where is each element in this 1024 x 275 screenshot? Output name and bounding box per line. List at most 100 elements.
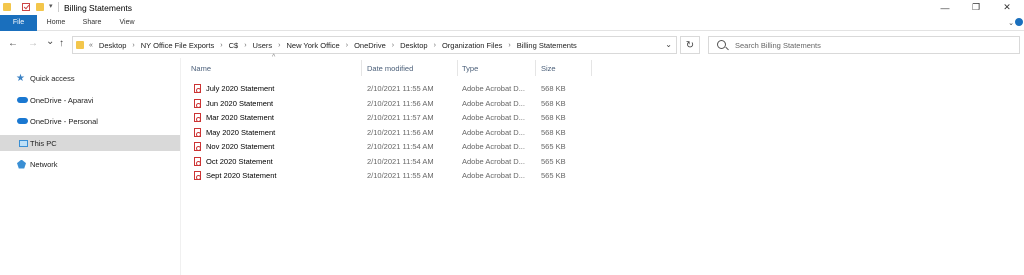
sidebar-item-onedrive-aparavi[interactable]: OneDrive - Aparavi [0,92,180,108]
window-title: Billing Statements [64,3,133,13]
sidebar-item-onedrive-personal[interactable]: OneDrive - Personal [0,113,180,129]
breadcrumb-item[interactable]: Users [253,41,273,50]
cloud-icon [17,118,28,124]
column-header-type[interactable]: Type [462,58,534,76]
ribbon-tabs: File Home Share View ⌄ [0,15,1024,31]
pdf-file-icon [194,98,201,108]
file-row[interactable]: Jun 2020 Statement 2/10/2021 11:56 AM Adob… [189,97,591,111]
minimize-button[interactable]: — [930,0,960,15]
file-size: 568 KB [541,113,566,122]
file-type: Adobe Acrobat D... [462,127,525,137]
file-type: Adobe Acrobat D... [462,113,525,122]
breadcrumb-item[interactable]: Billing Statements [517,41,577,50]
file-date-modified: 2/10/2021 11:55 AM [367,171,434,180]
file-type: Adobe Acrobat D... [462,84,525,93]
file-size: 565 KB [541,156,566,166]
breadcrumb-item[interactable]: NY Office File Exports [141,41,215,50]
file-size: 565 KB [541,142,566,151]
pdf-file-icon [194,156,201,166]
column-header-name[interactable]: Name [191,58,361,76]
column-divider[interactable] [535,60,536,76]
column-divider[interactable] [457,60,458,76]
properties-check-icon[interactable] [22,3,30,11]
breadcrumb-item[interactable]: Organization Files [442,41,502,50]
tab-share[interactable]: Share [76,15,108,31]
file-type: Adobe Acrobat D... [462,98,525,108]
file-date-modified: 2/10/2021 11:56 AM [367,127,434,137]
file-type: Adobe Acrobat D... [462,142,525,151]
breadcrumb-separator-icon[interactable]: › [278,42,280,49]
pdf-file-icon [194,113,201,122]
sidebar-item-this-pc[interactable]: This PC [0,135,180,151]
tab-file[interactable]: File [0,15,37,31]
breadcrumb-separator-icon[interactable]: › [220,42,222,49]
sidebar-item-network[interactable]: Network [0,156,180,172]
breadcrumb-separator-icon[interactable]: › [244,42,246,49]
file-name: Jun 2020 Statement [206,98,274,108]
tab-view[interactable]: View [112,15,142,31]
file-size: 565 KB [541,171,566,180]
breadcrumb-item[interactable]: C$ [229,41,239,50]
forward-arrow-icon[interactable]: → [28,38,38,49]
navigation-pane: ★ Quick access OneDrive - Aparavi OneDri… [0,58,180,275]
recent-locations-chevron-icon[interactable]: ⌄ [46,36,54,47]
address-bar[interactable]: « Desktop › NY Office File Exports › C$ › User… [72,36,677,54]
folder-icon[interactable] [3,3,11,11]
breadcrumb-separator-icon[interactable]: › [346,42,348,49]
file-list: ^ Name Date modified Type Size July 2020… [181,54,1024,275]
file-name: Sept 2020 Statement [206,171,277,180]
breadcrumb-separator-icon[interactable]: › [434,42,436,49]
tab-home[interactable]: Home [40,15,72,31]
pdf-file-icon [194,171,201,180]
breadcrumb-item[interactable]: Desktop [99,41,127,50]
sidebar-item-label: Quick access [30,73,75,83]
cloud-icon [17,97,28,103]
close-button[interactable]: ✕ [992,0,1022,15]
search-input[interactable]: Search Billing Statements [735,41,821,50]
pdf-file-icon [194,127,201,137]
back-arrow-icon[interactable]: ← [8,38,18,49]
folder-icon [76,41,84,49]
pdf-file-icon [194,84,201,93]
file-type: Adobe Acrobat D... [462,156,525,166]
file-row[interactable]: July 2020 Statement 2/10/2021 11:55 AM Ado… [189,82,591,96]
breadcrumb-item[interactable]: OneDrive [354,41,386,50]
sidebar-item-label: OneDrive - Personal [30,116,98,126]
file-row[interactable]: Nov 2020 Statement 2/10/2021 11:54 AM Adob… [189,140,591,154]
up-arrow-icon[interactable]: ↑ [59,38,64,49]
breadcrumb-item[interactable]: Desktop [400,41,428,50]
search-icon [717,40,726,49]
file-date-modified: 2/10/2021 11:55 AM [367,84,434,93]
breadcrumb-separator-icon[interactable]: › [508,42,510,49]
column-divider[interactable] [591,60,592,76]
help-icon[interactable] [1015,18,1023,26]
breadcrumb-separator-icon[interactable]: › [132,42,134,49]
file-name: Mar 2020 Statement [206,113,274,122]
file-row[interactable]: Sept 2020 Statement 2/10/2021 11:55 AM Ado… [189,169,591,183]
file-date-modified: 2/10/2021 11:54 AM [367,142,434,151]
file-row[interactable]: Mar 2020 Statement 2/10/2021 11:57 AM Adob… [189,111,591,125]
new-folder-icon[interactable] [36,3,44,11]
sidebar-item-label: OneDrive - Aparavi [30,95,94,105]
address-dropdown-icon[interactable]: ⌄ [665,40,672,49]
breadcrumb-item[interactable]: New York Office [286,41,339,50]
breadcrumb-separator-icon[interactable]: › [392,42,394,49]
file-row[interactable]: Oct 2020 Statement 2/10/2021 11:54 AM Adob… [189,155,591,169]
file-row[interactable]: May 2020 Statement 2/10/2021 11:56 AM Adob… [189,126,591,140]
sidebar-item-quick-access[interactable]: ★ Quick access [0,70,180,86]
refresh-icon: ↻ [685,39,695,51]
column-header-date-modified[interactable]: Date modified [367,58,457,76]
expand-ribbon-chevron-icon[interactable]: ⌄ [1008,19,1014,27]
column-header-size[interactable]: Size [541,58,591,76]
close-icon: ✕ [1003,2,1011,12]
breadcrumb: « Desktop › NY Office File Exports › C$ › User… [89,41,577,50]
customize-quick-access-chevron-icon[interactable]: ▾ [49,2,53,10]
restore-icon: ❐ [971,2,981,12]
refresh-button[interactable]: ↻ [680,36,700,54]
maximize-button[interactable]: ❐ [961,0,991,15]
search-box[interactable]: Search Billing Statements [708,36,1020,54]
breadcrumb-overflow-icon[interactable]: « [89,42,93,49]
file-name: Oct 2020 Statement [206,156,273,166]
sidebar-item-label: This PC [30,138,57,148]
column-divider[interactable] [361,60,362,76]
